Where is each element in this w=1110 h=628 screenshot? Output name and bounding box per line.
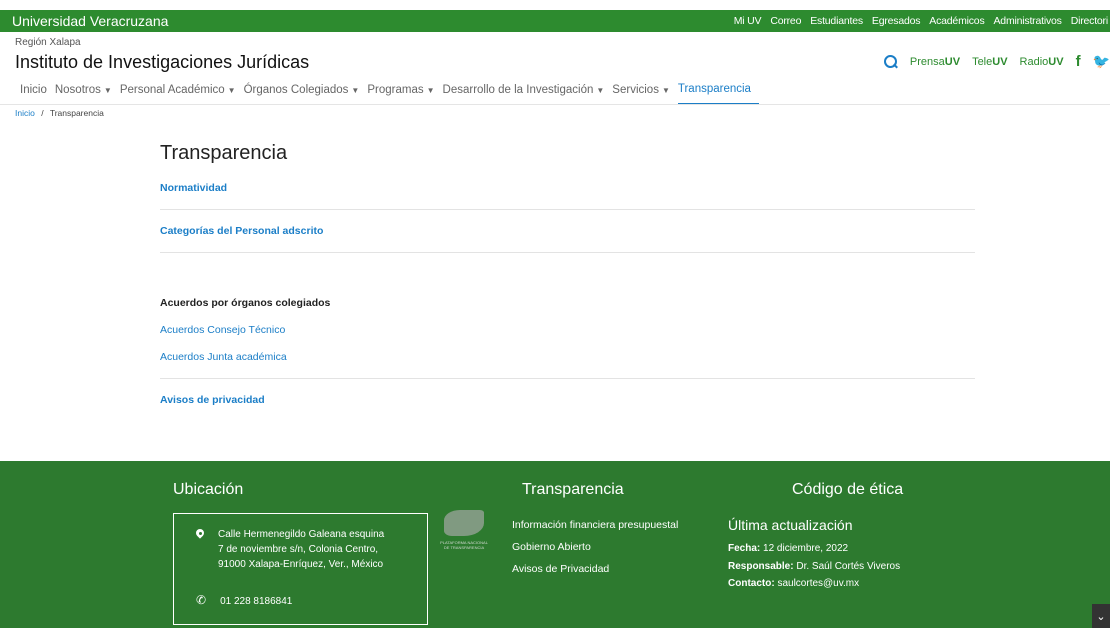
gobierno-abierto-link[interactable]: Gobierno Abierto bbox=[512, 541, 678, 553]
mexico-map-icon bbox=[444, 510, 484, 536]
acuerdos-consejo-link[interactable]: Acuerdos Consejo Técnico bbox=[160, 324, 975, 336]
contacto-label: Contacto: bbox=[728, 578, 775, 589]
info-financiera-link[interactable]: Información financiera presupuestal bbox=[512, 519, 678, 531]
uv-label: UV bbox=[992, 55, 1008, 68]
contacto-line: Contacto: saulcortes@uv.mx bbox=[728, 578, 859, 589]
transparencia-links: Información financiera presupuestal Gobi… bbox=[512, 519, 678, 575]
nav-item-transparencia[interactable]: Transparencia bbox=[677, 81, 759, 105]
nav-label: Personal Académico bbox=[119, 84, 225, 96]
avisos-privacidad-link[interactable]: Avisos de privacidad bbox=[160, 394, 975, 406]
top-link-correo[interactable]: Correo bbox=[770, 15, 801, 27]
main-content: Transparencia Normatividad Categorías de… bbox=[160, 142, 975, 406]
nav-label: Nosotros bbox=[54, 84, 101, 96]
nav-item-programas[interactable]: Programas ▼ bbox=[367, 81, 442, 99]
top-link-egresados[interactable]: Egresados bbox=[872, 15, 921, 27]
divider bbox=[160, 378, 975, 379]
fecha-value: 12 diciembre, 2022 bbox=[763, 543, 849, 554]
address-line: 91000 Xalapa-Enríquez, Ver., México bbox=[218, 559, 384, 570]
divider bbox=[160, 209, 975, 210]
caret-down-icon: ▼ bbox=[103, 85, 112, 95]
phone-number[interactable]: 01 228 8186841 bbox=[220, 594, 292, 609]
map-pin-icon bbox=[196, 529, 204, 540]
top-link-estudiantes[interactable]: Estudiantes bbox=[810, 15, 863, 27]
caret-down-icon: ▼ bbox=[351, 85, 360, 95]
nav-label: Órganos Colegiados bbox=[243, 84, 349, 96]
region-label: Región Xalapa bbox=[15, 37, 81, 48]
address-line: Calle Hermenegildo Galeana esquina bbox=[218, 529, 385, 540]
phone-row: ✆ 01 228 8186841 bbox=[196, 593, 292, 609]
fecha-line: Fecha: 12 diciembre, 2022 bbox=[728, 543, 848, 554]
tele-uv-link[interactable]: TeleUV bbox=[972, 56, 1007, 68]
breadcrumb: Inicio / Transparencia bbox=[15, 108, 104, 118]
page-title: Transparencia bbox=[160, 142, 288, 164]
prensa-uv-link[interactable]: PrensaUV bbox=[910, 56, 960, 68]
categorias-link[interactable]: Categorías del Personal adscrito bbox=[160, 225, 975, 237]
codigo-heading[interactable]: Código de ética bbox=[792, 481, 903, 499]
prensa-label: Prensa bbox=[909, 55, 945, 68]
breadcrumb-current: Transparencia bbox=[49, 108, 104, 118]
plataforma-nacional-logo[interactable]: PLATAFORMA NACIONAL DE TRANSPARENCIA bbox=[440, 506, 488, 568]
nav-label: Desarrollo de la Investigación bbox=[442, 84, 594, 96]
social-bar: PrensaUV TeleUV RadioUV f 🐦 bbox=[883, 53, 1110, 70]
acuerdos-heading: Acuerdos por órganos colegiados bbox=[160, 297, 331, 309]
phone-icon: ✆ bbox=[196, 593, 207, 607]
uv-label: UV bbox=[1048, 55, 1064, 68]
responsable-line: Responsable: Dr. Saúl Cortés Viveros bbox=[728, 561, 900, 572]
institute-title[interactable]: Instituto de Investigaciones Jurídicas bbox=[15, 52, 309, 73]
top-links: Mi UV Correo Estudiantes Egresados Acadé… bbox=[734, 15, 1110, 27]
responsable-value: Dr. Saúl Cortés Viveros bbox=[796, 561, 901, 572]
nav-divider bbox=[0, 104, 1110, 105]
nav-item-inicio[interactable]: Inicio bbox=[20, 81, 55, 99]
twitter-icon[interactable]: 🐦 bbox=[1093, 53, 1110, 70]
search-icon[interactable] bbox=[883, 54, 898, 69]
caret-down-icon: ▼ bbox=[426, 85, 435, 95]
radio-uv-link[interactable]: RadioUV bbox=[1020, 56, 1064, 68]
fecha-label: Fecha: bbox=[728, 543, 761, 554]
address-text: Calle Hermenegildo Galeana esquina 7 de … bbox=[218, 527, 384, 572]
caret-down-icon: ▼ bbox=[661, 85, 670, 95]
nav-label: Inicio bbox=[20, 84, 47, 96]
breadcrumb-home-link[interactable]: Inicio bbox=[15, 108, 35, 118]
university-brand[interactable]: Universidad Veracruzana bbox=[12, 13, 168, 29]
caret-down-icon: ▼ bbox=[596, 85, 605, 95]
nav-item-organos-colegiados[interactable]: Órganos Colegiados ▼ bbox=[244, 81, 368, 99]
top-link-administrativos[interactable]: Administrativos bbox=[994, 15, 1062, 27]
nav-label: Programas bbox=[367, 84, 424, 96]
transparencia-heading: Transparencia bbox=[522, 481, 624, 498]
chevron-down-icon[interactable]: ⌄ bbox=[1092, 604, 1110, 628]
address-row: Calle Hermenegildo Galeana esquina 7 de … bbox=[196, 527, 384, 572]
radio-label: Radio bbox=[1019, 55, 1049, 68]
uv-label: UV bbox=[944, 55, 961, 68]
nav-label: Servicios bbox=[612, 84, 659, 96]
top-link-mi-uv[interactable]: Mi UV bbox=[734, 15, 762, 27]
tele-label: Tele bbox=[972, 55, 993, 68]
ubicacion-heading: Ubicación bbox=[173, 481, 244, 498]
avisos-footer-link[interactable]: Avisos de Privacidad bbox=[512, 563, 678, 575]
contacto-value[interactable]: saulcortes@uv.mx bbox=[777, 578, 859, 589]
ultima-actualizacion: Última actualización bbox=[728, 517, 853, 533]
normatividad-link[interactable]: Normatividad bbox=[160, 182, 975, 194]
logo-text: PLATAFORMA NACIONAL DE TRANSPARENCIA bbox=[440, 540, 488, 550]
caret-down-icon: ▼ bbox=[227, 85, 236, 95]
top-link-academicos[interactable]: Académicos bbox=[929, 15, 984, 27]
facebook-icon[interactable]: f bbox=[1076, 53, 1081, 70]
breadcrumb-separator: / bbox=[41, 108, 44, 118]
nav-item-servicios[interactable]: Servicios ▼ bbox=[612, 81, 678, 99]
responsable-label: Responsable: bbox=[728, 561, 794, 572]
acuerdos-junta-link[interactable]: Acuerdos Junta académica bbox=[160, 351, 975, 363]
footer: Ubicación Calle Hermenegildo Galeana esq… bbox=[0, 461, 1110, 628]
nav-item-personal-academico[interactable]: Personal Académico ▼ bbox=[120, 81, 244, 99]
nav-item-nosotros[interactable]: Nosotros ▼ bbox=[55, 81, 120, 99]
main-nav: Inicio Nosotros ▼ Personal Académico ▼ Órg… bbox=[20, 81, 759, 105]
address-line: 7 de noviembre s/n, Colonia Centro, bbox=[218, 544, 379, 555]
nav-item-desarrollo[interactable]: Desarrollo de la Investigación ▼ bbox=[443, 81, 613, 99]
top-bar: Universidad Veracruzana Mi UV Correo Est… bbox=[0, 10, 1110, 32]
top-link-directorio[interactable]: Directori bbox=[1071, 15, 1108, 27]
divider bbox=[160, 252, 975, 253]
nav-label: Transparencia bbox=[677, 83, 751, 95]
location-box: Calle Hermenegildo Galeana esquina 7 de … bbox=[173, 513, 428, 625]
